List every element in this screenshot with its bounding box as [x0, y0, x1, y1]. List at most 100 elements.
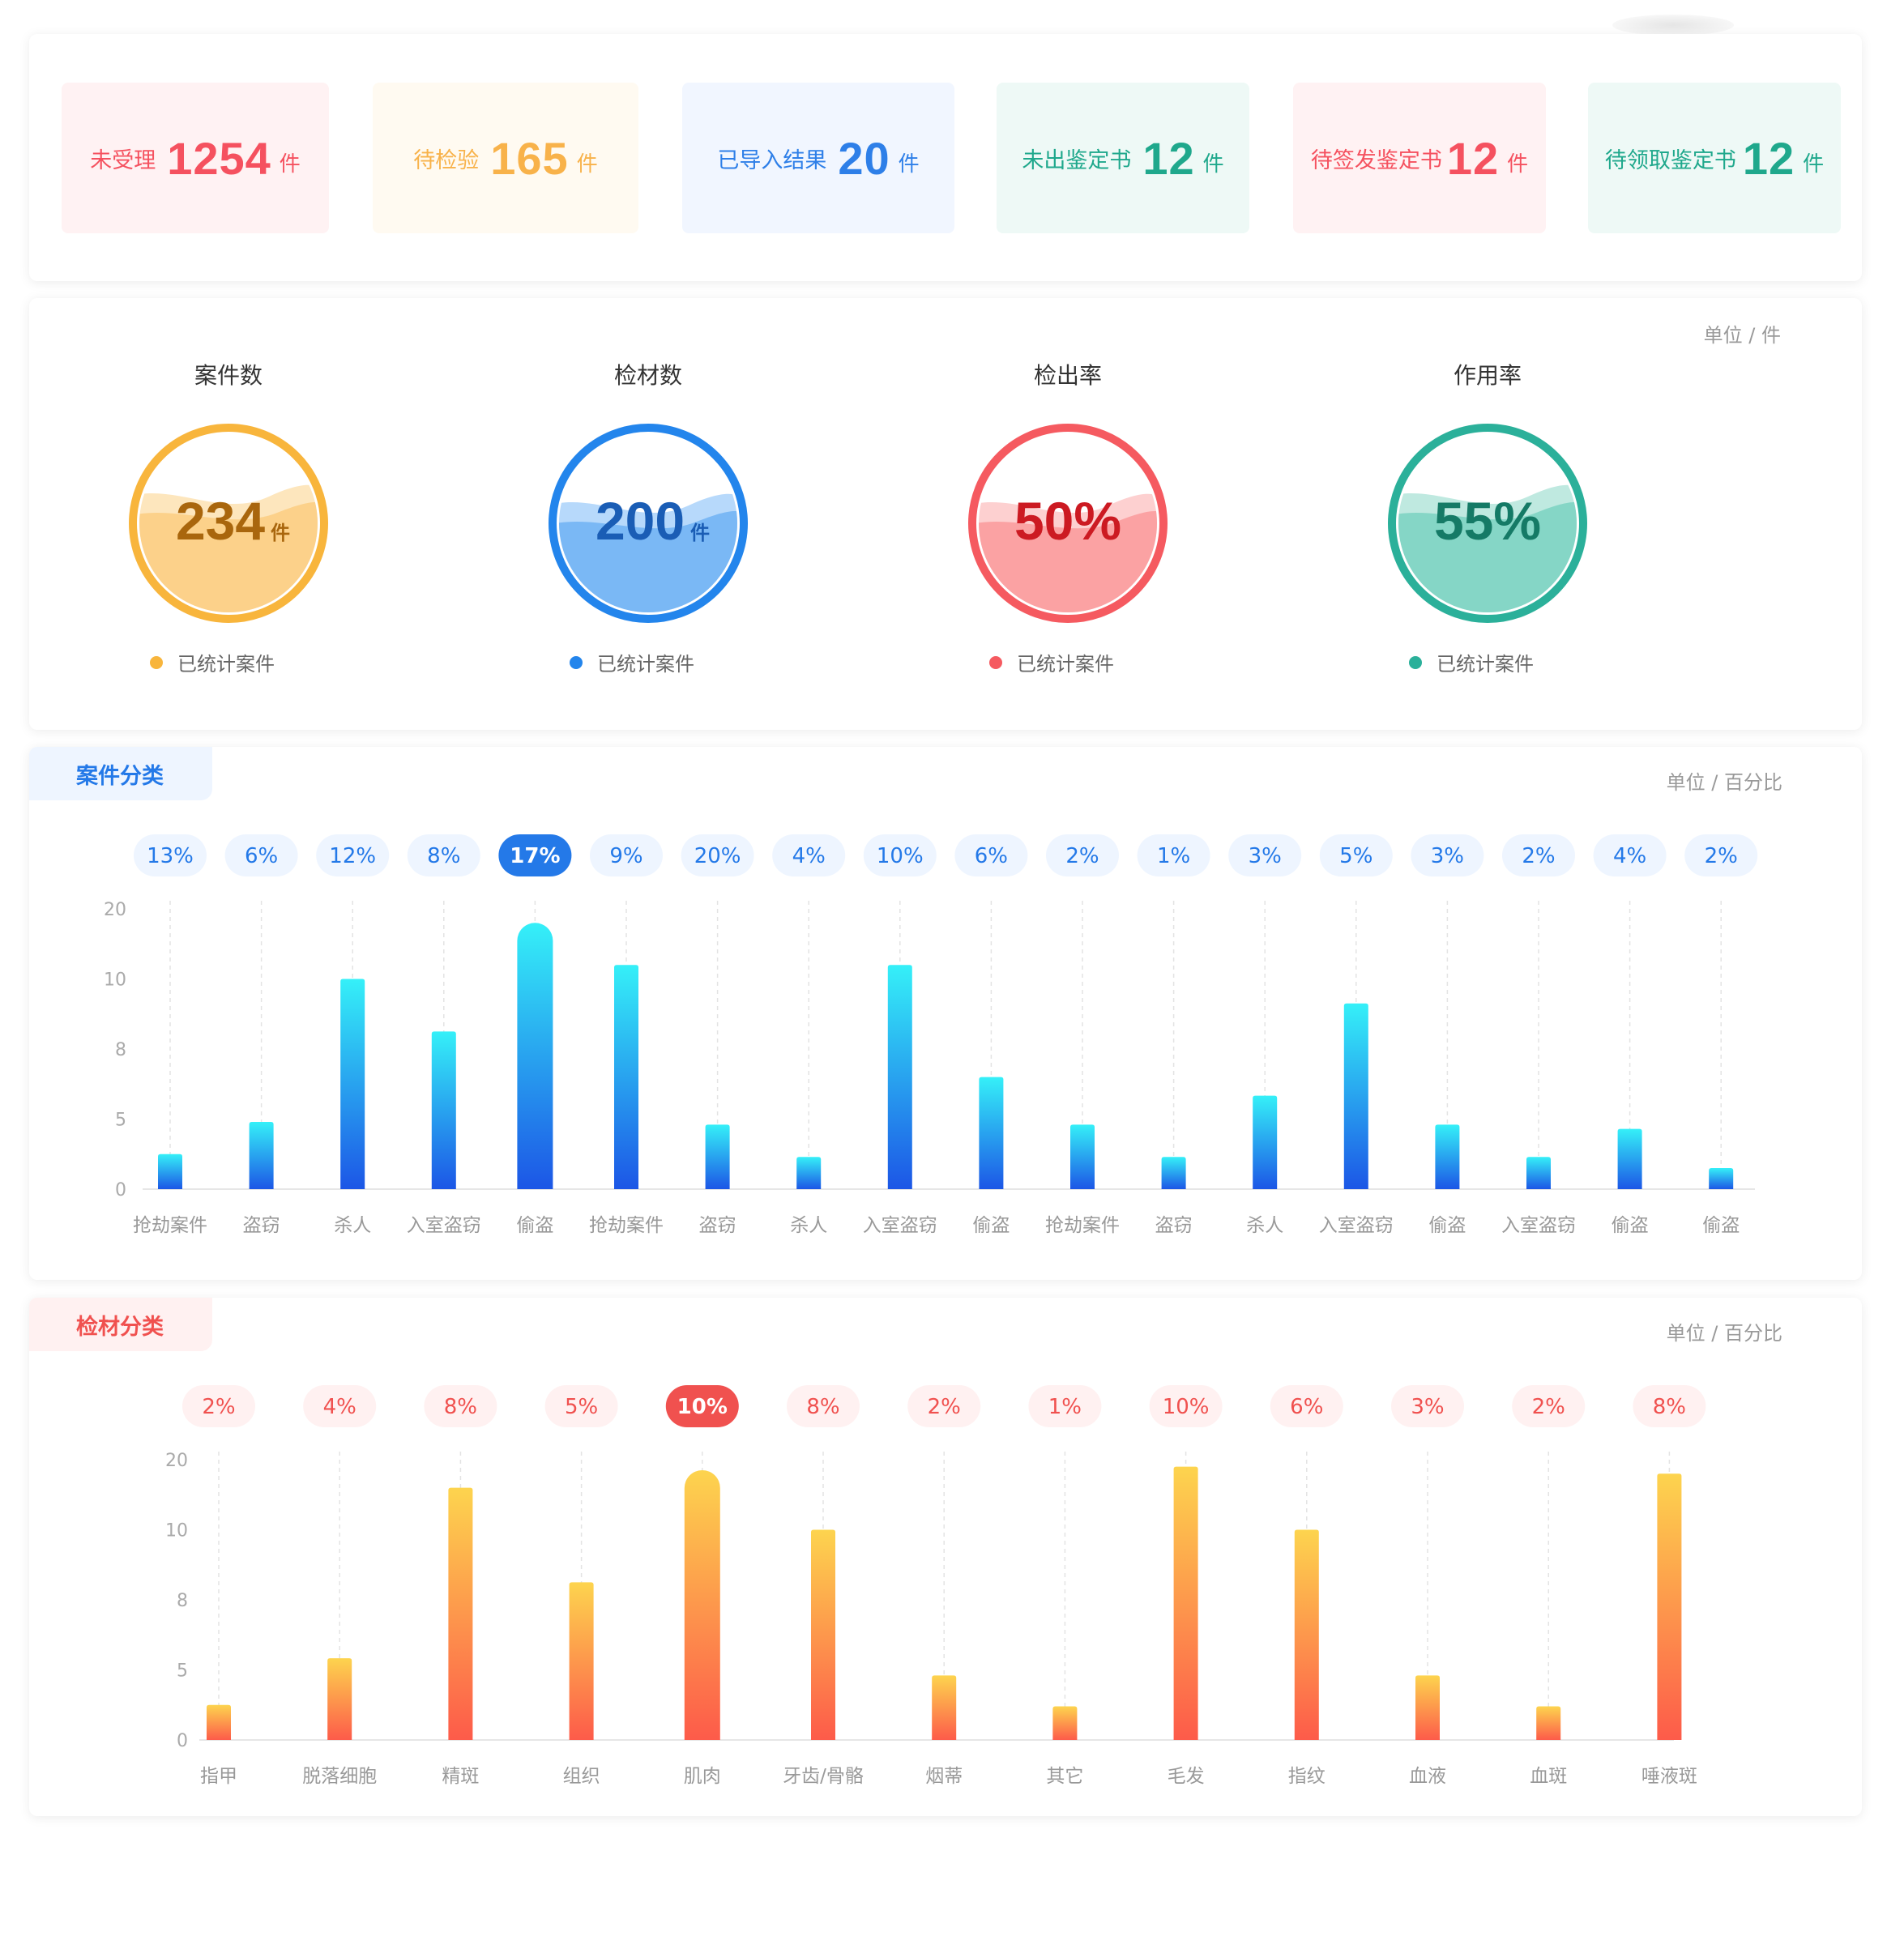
category-label: 血斑: [1530, 1766, 1567, 1787]
bar[interactable]: [569, 1582, 594, 1740]
bar[interactable]: [431, 1031, 456, 1189]
stat-label: 待签发鉴定书: [1310, 147, 1442, 173]
gauge-ring: 234 件: [123, 418, 334, 629]
legend-label: 已统计案件: [597, 653, 694, 676]
bar[interactable]: [327, 1658, 352, 1740]
category-label: 入室盗窃: [863, 1215, 937, 1236]
stat-imported-results[interactable]: 已导入结果 20 件: [682, 83, 954, 233]
bar[interactable]: [249, 1121, 274, 1189]
stat-unit: 件: [576, 151, 598, 177]
gauge-title: 检出率: [1033, 362, 1102, 389]
category-label: 牙齿/骨骼: [783, 1766, 864, 1787]
gauge-svg: 234 件: [129, 424, 328, 623]
category-label: 指纹: [1288, 1766, 1326, 1787]
stat-unaccepted[interactable]: 未受理 1254 件: [62, 83, 329, 233]
category-label: 偷盗: [1702, 1215, 1740, 1236]
category-label: 杀人: [1246, 1215, 1283, 1236]
bar[interactable]: [796, 1157, 822, 1189]
percent-label: 13%: [147, 844, 194, 868]
percent-label: 2%: [202, 1395, 235, 1419]
gauge-svg: 55%: [1388, 424, 1587, 623]
bar[interactable]: [1173, 1466, 1198, 1740]
stat-pending-test[interactable]: 待检验 165 件: [373, 83, 638, 233]
percent-label: 4%: [1613, 844, 1646, 868]
stat-value: 12: [1742, 132, 1795, 184]
y-tick-label: 5: [177, 1661, 188, 1682]
category-label: 毛发: [1168, 1766, 1205, 1787]
gauge-svg: 50%: [968, 424, 1168, 623]
percent-label: 1%: [1048, 1395, 1082, 1419]
percent-label: 5%: [1339, 844, 1373, 868]
category-label: 偷盗: [516, 1215, 553, 1236]
legend-label: 已统计案件: [177, 653, 275, 676]
stat-label: 已导入结果: [717, 147, 827, 173]
bar[interactable]: [1617, 1128, 1642, 1189]
case-classification-card: 案件分类 单位 / 百分比 20 10 8 5 0 13% 抢劫案件 6% 盗窃 12% 杀人 8% 入…: [29, 747, 1862, 1280]
bar[interactable]: [1526, 1157, 1551, 1189]
bar[interactable]: [979, 1077, 1004, 1189]
gauge-unit: 件: [271, 522, 290, 544]
category-label: 组织: [563, 1766, 600, 1787]
y-tick-label: 0: [177, 1731, 188, 1751]
gauge-title: 案件数: [194, 362, 263, 389]
bar[interactable]: [1343, 1003, 1368, 1189]
category-label: 抢劫案件: [1045, 1215, 1120, 1236]
category-label: 脱落细胞: [302, 1766, 377, 1787]
bar[interactable]: [614, 965, 638, 1189]
category-label: 盗窃: [1155, 1215, 1193, 1236]
stat-no-report[interactable]: 未出鉴定书 12 件: [997, 83, 1249, 233]
bar[interactable]: [1253, 1095, 1278, 1189]
percent-label: 2%: [1532, 1395, 1565, 1419]
percent-label: 12%: [329, 844, 376, 868]
category-label: 偷盗: [1428, 1215, 1466, 1236]
category-label: 烟蒂: [925, 1766, 963, 1787]
y-tick-label: 8: [115, 1040, 126, 1060]
stat-unit: 件: [1803, 151, 1825, 177]
category-label: 入室盗窃: [1319, 1215, 1394, 1236]
stat-unit: 件: [279, 151, 301, 177]
percent-label: 6%: [975, 844, 1008, 868]
category-label: 盗窃: [699, 1215, 736, 1236]
percent-label: 10%: [1163, 1395, 1210, 1419]
category-label: 偷盗: [1612, 1215, 1649, 1236]
stat-label: 待检验: [413, 147, 480, 173]
percent-label: 4%: [323, 1395, 356, 1419]
bar[interactable]: [1709, 1168, 1734, 1189]
percent-label: 10%: [677, 1395, 728, 1419]
bar[interactable]: [158, 1153, 182, 1189]
bar[interactable]: [1161, 1157, 1186, 1189]
bar[interactable]: [811, 1529, 835, 1741]
bar[interactable]: [1052, 1706, 1078, 1740]
bar[interactable]: [1294, 1529, 1319, 1741]
category-label: 血液: [1409, 1766, 1446, 1787]
percent-label: 4%: [792, 844, 826, 868]
y-tick-label: 20: [104, 900, 126, 920]
bar[interactable]: [517, 923, 553, 1189]
category-label: 指甲: [200, 1766, 237, 1787]
percent-label: 6%: [1290, 1395, 1323, 1419]
bar[interactable]: [1435, 1124, 1460, 1189]
category-label: 精斑: [442, 1766, 479, 1787]
legend-dot-icon: [1409, 655, 1422, 669]
bar[interactable]: [340, 979, 365, 1190]
stat-pending-sign[interactable]: 待签发鉴定书 12 件: [1293, 83, 1546, 233]
bar[interactable]: [448, 1487, 473, 1740]
bar[interactable]: [207, 1704, 231, 1740]
bar[interactable]: [1415, 1675, 1440, 1740]
percent-label: 10%: [877, 844, 924, 868]
percent-label: 17%: [510, 844, 560, 868]
bar[interactable]: [705, 1124, 730, 1189]
stat-pending-pickup[interactable]: 待领取鉴定书 12 件: [1588, 83, 1841, 233]
legend-dot-icon: [989, 655, 1002, 669]
stat-value: 12: [1446, 132, 1500, 184]
legend-label: 已统计案件: [1017, 653, 1114, 676]
bar[interactable]: [1536, 1706, 1561, 1740]
bar[interactable]: [932, 1675, 957, 1740]
gauge-title: 检材数: [613, 362, 682, 389]
stat-value: 165: [490, 132, 569, 184]
bar[interactable]: [1070, 1124, 1095, 1189]
bar[interactable]: [684, 1469, 720, 1740]
bar[interactable]: [887, 965, 912, 1189]
bar[interactable]: [1657, 1473, 1682, 1740]
gauge-legend: 已统计案件: [946, 648, 1157, 676]
